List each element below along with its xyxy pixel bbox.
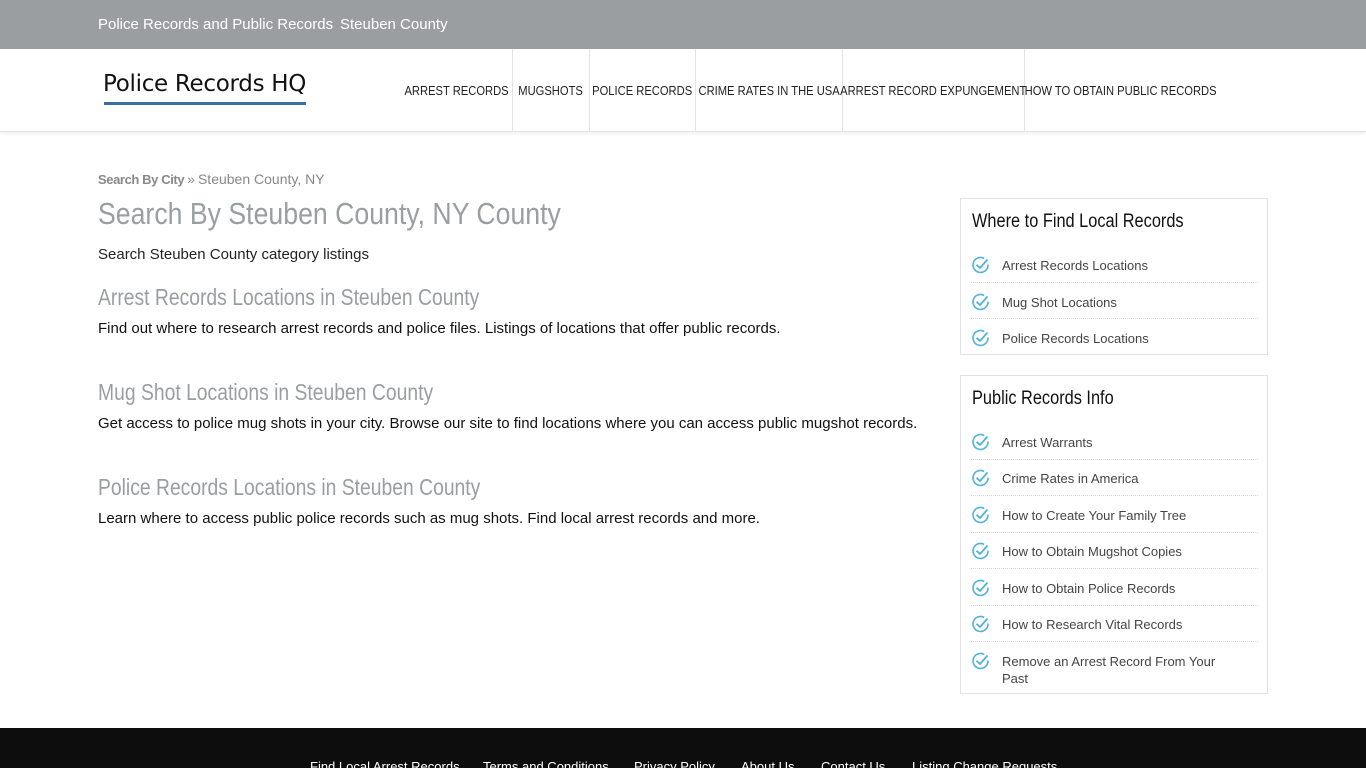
widget-item-label: Crime Rates in America: [1002, 471, 1139, 486]
footer-link-terms[interactable]: Terms and Conditions: [483, 759, 609, 768]
widget-item-label: Arrest Records Locations: [1002, 258, 1148, 273]
widget-item-vital-records[interactable]: How to Research Vital Records: [971, 614, 1258, 642]
breadcrumb-separator: »: [187, 171, 195, 187]
site-header: Police Records HQ ARREST RECORDS MUGSHOT…: [0, 49, 1366, 132]
breadcrumb-current: Steuben County, NY: [197, 171, 325, 187]
section-desc-arrest-records: Find out where to research arrest record…: [98, 320, 781, 337]
topbar-link-home[interactable]: Police Records and Public Records: [98, 16, 333, 33]
widget-public-records-info: Public Records Info Arrest Warrants Crim…: [960, 375, 1268, 694]
footer-link-listing-change[interactable]: Listing Change Requests: [912, 759, 1057, 768]
check-circle-icon: [972, 469, 989, 487]
section-title-police-records[interactable]: Police Records Locations in Steuben Coun…: [98, 474, 480, 501]
check-circle-icon: [972, 329, 989, 347]
widget-item-arrest-warrants[interactable]: Arrest Warrants: [971, 432, 1258, 460]
widget-item-label: How to Research Vital Records: [1002, 617, 1183, 632]
widget-item-label: Mug Shot Locations: [1002, 295, 1117, 310]
widget-item-crime-rates[interactable]: Crime Rates in America: [971, 468, 1258, 496]
breadcrumb-link[interactable]: Search By City: [98, 172, 185, 187]
widget-item-mug-shot-locations[interactable]: Mug Shot Locations: [971, 292, 1258, 319]
widget-item-family-tree[interactable]: How to Create Your Family Tree: [971, 505, 1258, 533]
widget-title-public-records-info: Public Records Info: [972, 388, 1114, 409]
nav-crime-rates[interactable]: CRIME RATES IN THE USA: [696, 49, 843, 132]
logo-underline: [104, 102, 306, 105]
widget-item-mugshot-copies[interactable]: How to Obtain Mugshot Copies: [971, 541, 1258, 569]
section-title-mug-shots[interactable]: Mug Shot Locations in Steuben County: [98, 379, 433, 406]
check-circle-icon: [972, 652, 989, 670]
footer-link-contact[interactable]: Contact Us: [821, 759, 885, 768]
page-title: Search By Steuben County, NY County: [98, 196, 561, 231]
check-circle-icon: [972, 615, 989, 633]
site-logo[interactable]: Police Records HQ: [103, 71, 306, 97]
nav-mugshots[interactable]: MUGSHOTS: [513, 49, 590, 132]
check-circle-icon: [972, 542, 989, 560]
nav-arrest-records[interactable]: ARREST RECORDS: [402, 49, 513, 132]
section-title-arrest-records[interactable]: Arrest Records Locations in Steuben Coun…: [98, 284, 479, 311]
check-circle-icon: [972, 293, 989, 311]
widget-item-police-records-locations[interactable]: Police Records Locations: [971, 328, 1258, 352]
check-circle-icon: [972, 506, 989, 524]
top-bar: Police Records and Public Records Steube…: [0, 0, 1366, 49]
breadcrumb: Search By City» Steuben County, NY: [98, 171, 325, 187]
widget-item-label: How to Create Your Family Tree: [1002, 508, 1187, 523]
widget-local-records: Where to Find Local Records Arrest Recor…: [960, 198, 1268, 355]
nav-police-records[interactable]: POLICE RECORDS: [590, 49, 696, 132]
section-desc-mug-shots: Get access to police mug shots in your c…: [98, 415, 918, 432]
widget-item-label: Remove an Arrest Record From Your Past: [1002, 654, 1216, 686]
topbar-link-county[interactable]: Steuben County: [340, 16, 448, 33]
nav-arrest-record-expungement[interactable]: ARREST RECORD EXPUNGEMENT: [840, 49, 1027, 132]
widget-item-label: How to Obtain Mugshot Copies: [1002, 544, 1182, 559]
widget-item-remove-arrest-record[interactable]: Remove an Arrest Record From Your Past: [971, 651, 1258, 691]
footer-link-privacy[interactable]: Privacy Policy: [634, 759, 715, 768]
widget-item-label: How to Obtain Police Records: [1002, 581, 1176, 596]
nav-obtain-public-records[interactable]: HOW TO OBTAIN PUBLIC RECORDS: [1025, 49, 1217, 132]
widget-title-local-records: Where to Find Local Records: [972, 211, 1184, 232]
widget-item-label: Arrest Warrants: [1002, 435, 1093, 450]
page-lead: Search Steuben County category listings: [98, 246, 369, 263]
widget-item-arrest-records-locations[interactable]: Arrest Records Locations: [971, 255, 1258, 283]
check-circle-icon: [972, 256, 989, 274]
footer-link-about[interactable]: About Us: [741, 759, 794, 768]
check-circle-icon: [972, 579, 989, 597]
section-desc-police-records: Learn where to access public police reco…: [98, 510, 760, 527]
check-circle-icon: [972, 433, 989, 451]
site-footer: Find Local Arrest Records Terms and Cond…: [0, 728, 1366, 768]
widget-item-obtain-police-records[interactable]: How to Obtain Police Records: [971, 578, 1258, 606]
footer-link-find-arrest-records[interactable]: Find Local Arrest Records: [310, 759, 460, 768]
widget-item-label: Police Records Locations: [1002, 331, 1149, 346]
